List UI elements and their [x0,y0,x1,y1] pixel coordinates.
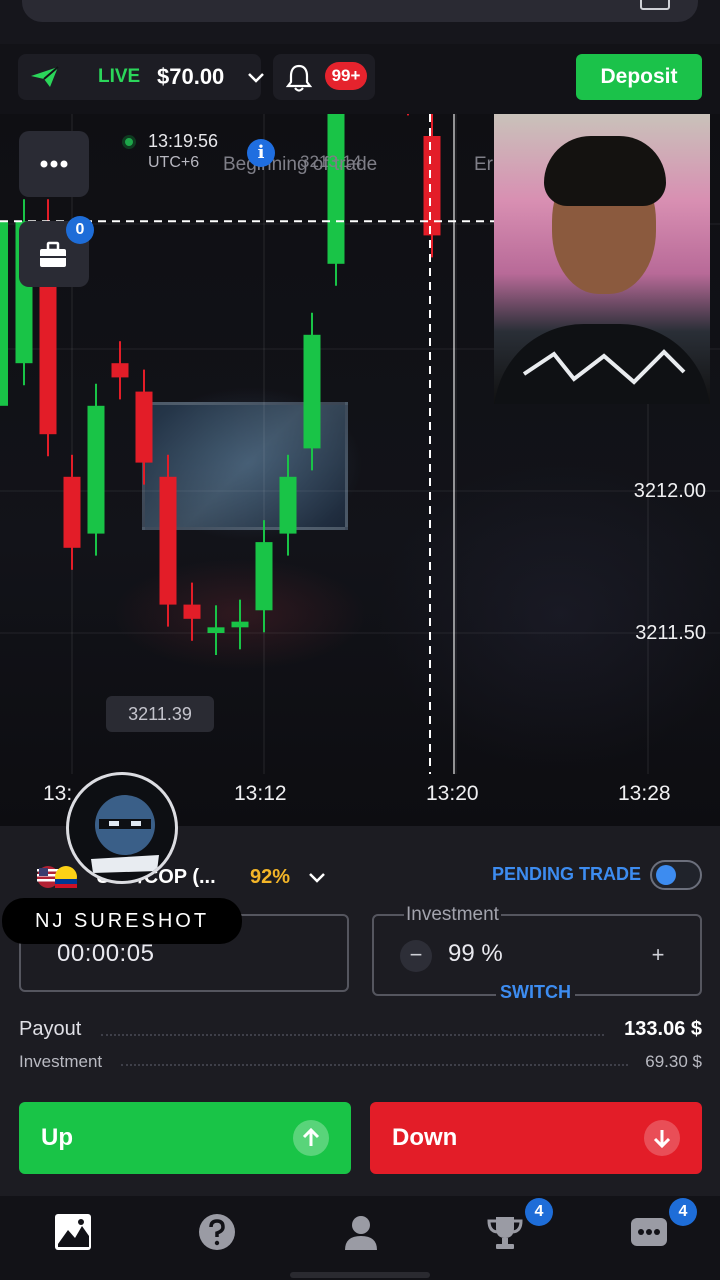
status-strip [0,0,720,44]
time-value: 00:00:05 [57,940,155,967]
time-axis-label: 13:20 [426,782,479,805]
more-button[interactable] [19,131,89,197]
up-button[interactable]: Up [19,1102,351,1174]
home-indicator [290,1272,430,1278]
candle[interactable] [231,621,249,628]
currency-flags-icon [37,866,77,888]
account-selector[interactable]: LIVE $70.00 [18,54,264,100]
investment-amount: 69.30 $ [645,1052,702,1071]
candle[interactable] [303,334,321,449]
investment-label: Investment [19,1052,103,1071]
down-button[interactable]: Down [370,1102,702,1174]
candle[interactable] [327,114,345,264]
trophy-badge: 4 [525,1198,553,1226]
decrease-button[interactable]: − [400,940,432,972]
help-icon[interactable] [197,1212,237,1252]
profile-icon[interactable] [341,1212,381,1252]
investment-row: Investment 69.30 $ [19,1052,702,1074]
bottom-nav: 4 4 [0,1196,720,1280]
pending-trade-toggle[interactable] [650,860,702,890]
time-axis-label: 13:12 [234,782,287,805]
telegram-icon [31,66,59,87]
watermark-logo [66,772,178,884]
switch-button[interactable]: SWITCH [496,982,575,1003]
trophy-icon[interactable] [485,1212,525,1252]
header: LIVE $70.00 99+ Deposit [0,44,720,114]
price-chart[interactable]: 0 13:19:56 UTC+6 Beginning of trade 3213… [0,114,720,826]
deposit-button[interactable]: Deposit [576,54,702,100]
wallet-icon[interactable] [640,0,670,10]
candle[interactable] [63,476,81,548]
down-label: Down [392,1124,458,1151]
chevron-down-icon[interactable] [306,868,328,888]
payout-row: Payout 133.06 $ [19,1018,702,1046]
chart-icon[interactable] [53,1212,93,1252]
payout-percent: 92% [250,866,291,888]
candle[interactable] [207,627,225,633]
online-dot [122,135,136,149]
more-icon [40,160,68,168]
pending-trade-label: PENDING TRADE [492,864,642,884]
candle[interactable] [255,542,273,611]
investment-value: 99 % [448,940,503,967]
payout-value: 133.06 $ [624,1018,702,1040]
chat-badge: 4 [669,1198,697,1226]
time-axis-label: 13: [43,782,73,805]
candle[interactable] [279,476,297,534]
live-label: LIVE [98,66,141,87]
candle[interactable] [111,363,129,378]
end-of-trade-label: Er [474,154,493,175]
info-icon[interactable]: i [247,139,275,167]
webcam-overlay [494,114,710,404]
arrow-down-icon [644,1120,680,1156]
candle[interactable] [183,604,201,619]
candle[interactable] [135,391,153,463]
chevron-down-icon [248,73,264,83]
balance: $70.00 [157,64,225,89]
chat-icon[interactable] [629,1212,669,1252]
increase-button[interactable]: + [642,940,674,972]
price-axis-label: 3212.00 [633,480,706,502]
briefcase-icon [40,241,66,267]
top-search-pill[interactable] [22,0,698,22]
bell-icon [285,64,313,92]
notifications-badge: 99+ [325,62,367,90]
up-label: Up [41,1124,73,1151]
investment-legend: Investment [404,904,501,926]
candle[interactable] [159,476,177,605]
arrow-up-icon [293,1120,329,1156]
watermark-text: NJ SURESHOT [2,898,242,944]
notifications-button[interactable]: 99+ [273,54,375,100]
price-marker: 3213.14 [300,152,362,171]
timezone: UTC+6 [148,154,200,171]
price-axis-label: 3211.50 [635,622,706,644]
candle[interactable] [87,405,105,534]
payout-label: Payout [19,1018,82,1040]
time-axis-label: 13:28 [618,782,671,805]
candle[interactable] [0,221,8,406]
server-clock: 13:19:56 [148,131,219,151]
low-price-tag: 3211.39 [106,696,214,732]
trades-badge: 0 [66,216,94,244]
